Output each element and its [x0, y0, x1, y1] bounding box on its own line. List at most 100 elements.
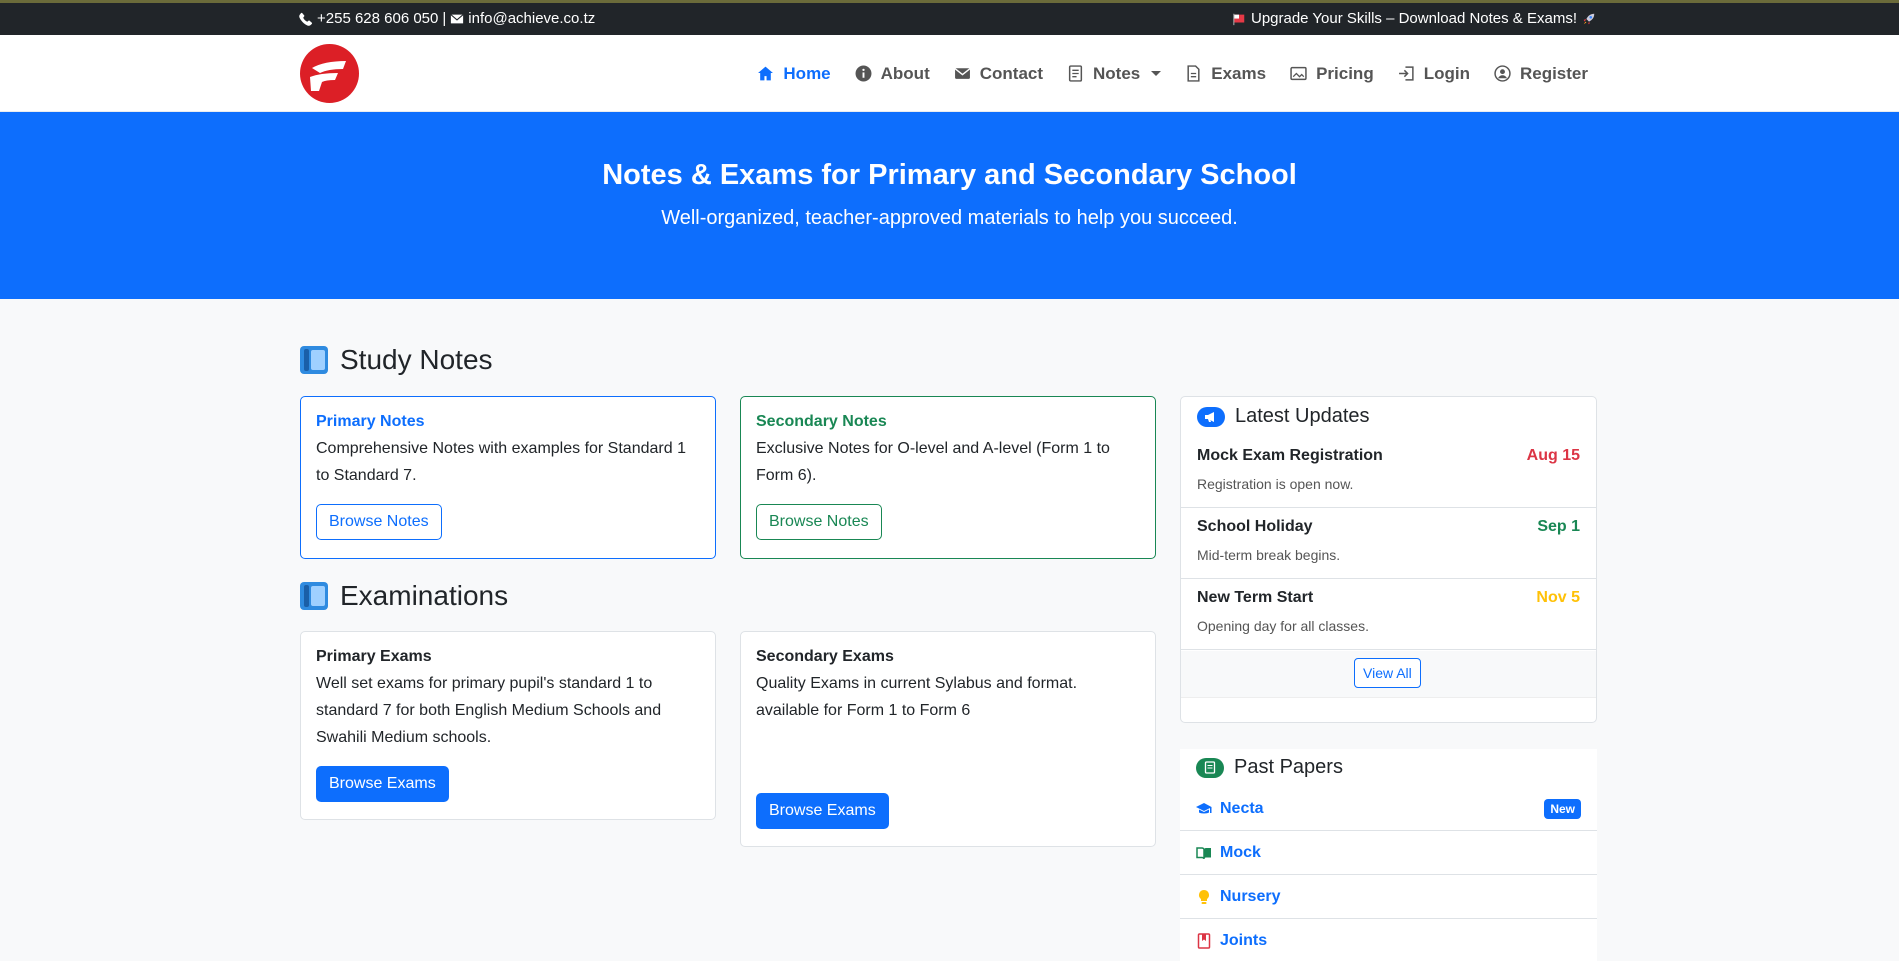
hero-subtitle: Well-organized, teacher-approved materia…	[661, 207, 1238, 229]
phone-number[interactable]: +255 628 606 050	[317, 10, 438, 27]
journal-icon	[1197, 932, 1211, 949]
nav-notes-label: Notes	[1093, 63, 1141, 83]
nav-about-label: About	[880, 63, 930, 83]
primary-notes-text: Comprehensive Notes with examples for St…	[316, 440, 686, 484]
promo-banner: Upgrade Your Skills – Download Notes & E…	[1232, 10, 1596, 27]
update-title: New Term Start	[1197, 589, 1314, 606]
primary-exams-title: Primary Exams	[316, 648, 432, 665]
primary-exams-text: Well set exams for primary pupil's stand…	[316, 675, 662, 746]
secondary-notes-card: Secondary Notes Exclusive Notes for O-le…	[740, 396, 1156, 559]
nav-home-label: Home	[783, 63, 831, 83]
nav-home[interactable]: Home	[757, 63, 831, 84]
secondary-exams-title: Secondary Exams	[756, 648, 894, 665]
blue-book-icon	[300, 582, 328, 610]
nav-exams[interactable]: Exams	[1185, 64, 1266, 84]
study-notes-heading: Study Notes	[300, 344, 493, 376]
nav-about[interactable]: About	[855, 64, 930, 84]
updates-footer: View All	[1181, 651, 1596, 698]
primary-notes-title: Primary Notes	[316, 413, 425, 430]
update-item[interactable]: New Term Start Nov 5 Opening day for all…	[1181, 579, 1596, 650]
secondary-exams-text: Quality Exams in current Sylabus and for…	[756, 675, 1078, 719]
browse-primary-exams-button[interactable]: Browse Exams	[316, 766, 449, 802]
nav-contact-label: Contact	[979, 63, 1044, 83]
update-description: Mid-term break begins.	[1197, 547, 1341, 563]
update-description: Registration is open now.	[1197, 476, 1354, 492]
study-notes-title: Study Notes	[340, 344, 493, 375]
view-all-updates-button[interactable]: View All	[1354, 658, 1421, 688]
info-icon	[855, 65, 872, 82]
nav-register[interactable]: Register	[1494, 64, 1588, 84]
top-bar: +255 628 606 050 | info@achieve.co.tz Up…	[0, 0, 1899, 35]
flag-icon	[1233, 13, 1245, 25]
latest-updates-title: Latest Updates	[1235, 405, 1370, 427]
update-title: Mock Exam Registration	[1197, 447, 1383, 464]
update-date: Aug 15	[1526, 447, 1580, 464]
past-papers-title: Past Papers	[1234, 756, 1343, 778]
site-logo[interactable]	[300, 44, 359, 103]
nav-notes-dropdown[interactable]: Notes	[1067, 63, 1162, 84]
past-paper-necta[interactable]: Necta New	[1180, 787, 1597, 831]
primary-notes-card: Primary Notes Comprehensive Notes with e…	[300, 396, 716, 559]
nav-login-label: Login	[1423, 63, 1470, 83]
update-description: Opening day for all classes.	[1197, 618, 1369, 634]
past-paper-label: Nursery	[1220, 887, 1281, 905]
update-title: School Holiday	[1197, 518, 1313, 535]
update-item[interactable]: Mock Exam Registration Aug 15 Registrati…	[1181, 437, 1596, 508]
logo-mark-icon	[310, 61, 346, 91]
document-icon	[1196, 757, 1224, 778]
browse-secondary-notes-button[interactable]: Browse Notes	[756, 504, 882, 540]
primary-exams-card: Primary Exams Well set exams for primary…	[300, 631, 716, 820]
new-badge: New	[1544, 798, 1581, 819]
hero-title: Notes & Exams for Primary and Secondary …	[602, 159, 1297, 191]
nav-contact[interactable]: Contact	[954, 64, 1043, 84]
nav-pricing[interactable]: Pricing	[1290, 64, 1374, 84]
user-circle-icon	[1494, 65, 1511, 82]
secondary-notes-title: Secondary Notes	[756, 413, 887, 430]
past-paper-label: Mock	[1220, 843, 1261, 861]
promo-text: Upgrade Your Skills – Download Notes & E…	[1250, 10, 1577, 27]
past-paper-nursery[interactable]: Nursery	[1180, 875, 1597, 919]
examinations-heading: Examinations	[300, 580, 508, 612]
past-paper-label: Joints	[1220, 931, 1268, 949]
past-papers-header: Past Papers	[1196, 756, 1343, 779]
nav-exams-label: Exams	[1211, 63, 1267, 83]
secondary-notes-text: Exclusive Notes for O-level and A-level …	[756, 440, 1110, 484]
latest-updates-header: Latest Updates	[1197, 405, 1370, 428]
examinations-title: Examinations	[340, 580, 509, 611]
contact-info: +255 628 606 050 | info@achieve.co.tz	[299, 10, 595, 27]
graduation-cap-icon	[1196, 802, 1212, 813]
nav-register-label: Register	[1519, 63, 1588, 83]
blue-book-icon	[300, 346, 328, 374]
document-icon	[1068, 65, 1083, 82]
nav-pricing-label: Pricing	[1316, 63, 1374, 83]
phone-icon	[299, 12, 313, 26]
past-paper-mock[interactable]: Mock	[1180, 831, 1597, 875]
image-icon	[1290, 66, 1307, 81]
contact-separator: |	[442, 10, 447, 27]
update-date: Nov 5	[1536, 589, 1580, 606]
login-icon	[1398, 66, 1414, 81]
envelope-icon	[954, 68, 971, 79]
latest-updates-panel: Latest Updates Mock Exam Registration Au…	[1180, 396, 1597, 723]
past-paper-joints[interactable]: Joints	[1180, 919, 1597, 961]
past-papers-panel: Past Papers Necta New Mock Nursery Joint…	[1180, 749, 1597, 961]
chevron-down-icon	[1151, 71, 1162, 76]
nav-login[interactable]: Login	[1398, 64, 1470, 84]
email-address[interactable]: info@achieve.co.tz	[468, 10, 595, 27]
megaphone-icon	[1197, 406, 1225, 427]
secondary-exams-card: Secondary Exams Quality Exams in current…	[740, 631, 1156, 847]
file-icon	[1187, 65, 1200, 82]
update-date: Sep 1	[1537, 518, 1580, 535]
past-paper-label: Necta	[1220, 799, 1264, 817]
envelope-icon	[450, 13, 464, 23]
browse-secondary-exams-button[interactable]: Browse Exams	[756, 793, 889, 829]
rocket-icon	[1583, 13, 1595, 24]
hero-banner: Notes & Exams for Primary and Secondary …	[0, 112, 1899, 299]
main-navbar: Home About Contact Notes Exams Pricing L…	[0, 35, 1899, 112]
browse-primary-notes-button[interactable]: Browse Notes	[316, 504, 442, 540]
lightbulb-icon	[1199, 889, 1209, 904]
home-icon	[758, 66, 774, 81]
update-item[interactable]: School Holiday Sep 1 Mid-term break begi…	[1181, 508, 1596, 579]
open-book-icon	[1196, 846, 1211, 859]
nav-menu: Home About Contact Notes Exams Pricing L…	[757, 35, 1588, 112]
